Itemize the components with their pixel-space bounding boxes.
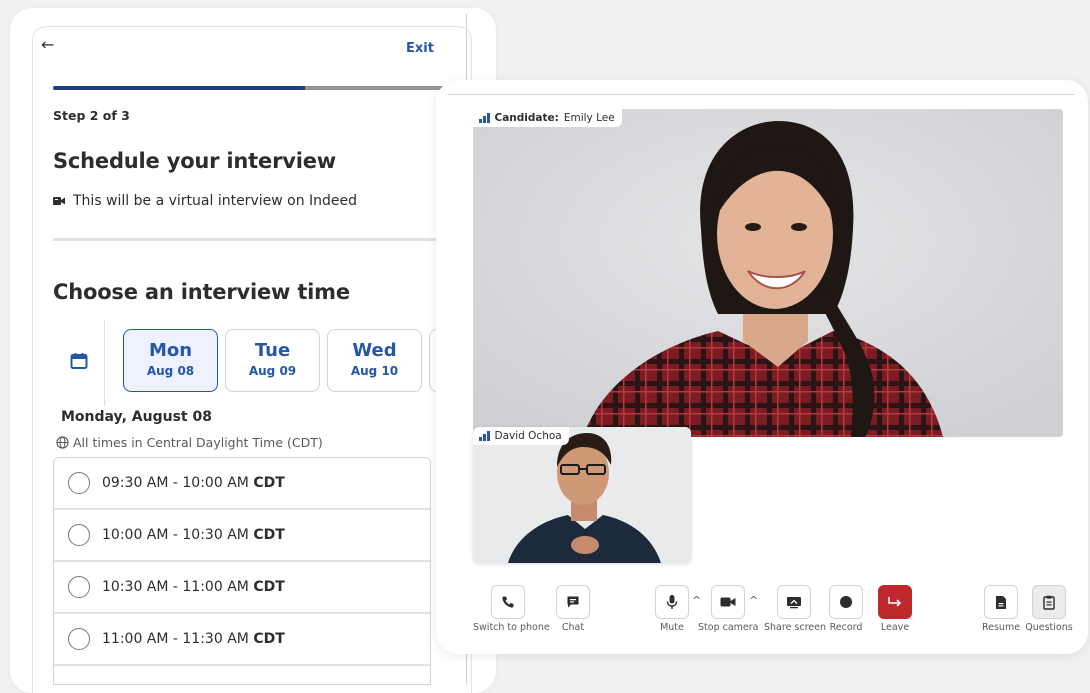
participant-role: Candidate: (494, 112, 559, 124)
leave-arrow-icon (888, 597, 902, 607)
stop-camera-label: Stop camera (698, 622, 759, 633)
video-camera-icon (53, 197, 65, 205)
day-date: Aug 10 (350, 364, 399, 378)
candidate-portrait-image (473, 109, 1063, 437)
resume-button[interactable] (984, 585, 1018, 619)
phone-icon (502, 596, 514, 608)
time-range: 11:00 AM - 11:30 AM (102, 631, 249, 647)
candidate-name-tag: Candidate: Emily Lee (473, 109, 622, 127)
questions-label: Questions (1025, 622, 1073, 633)
time-range: 09:30 AM - 10:00 AM (102, 475, 249, 491)
timezone-text: All times in Central Daylight Time (CDT) (73, 435, 323, 450)
mute-label: Mute (660, 622, 684, 633)
chat-button[interactable] (556, 585, 590, 619)
clipboard-icon (1043, 595, 1055, 610)
candidate-video-feed: Candidate: Emily Lee (473, 109, 1063, 437)
signal-bars-icon (479, 113, 490, 123)
questions-button[interactable] (1032, 585, 1066, 619)
day-name: Tue (254, 340, 291, 361)
time-zone-abbr: CDT (253, 579, 285, 595)
time-zone-abbr: CDT (253, 631, 285, 647)
day-date: Aug 09 (248, 364, 297, 378)
section-divider (53, 238, 473, 241)
camera-options-chevron-up-icon[interactable]: ^ (749, 594, 758, 607)
radio-button[interactable] (68, 576, 90, 598)
share-screen-icon (787, 596, 801, 608)
calendar-icon[interactable] (70, 352, 88, 370)
day-option-wed[interactable]: Wed Aug 10 (327, 329, 422, 392)
globe-icon (56, 436, 69, 449)
record-button[interactable] (829, 585, 863, 619)
day-name: Mon (148, 340, 193, 361)
step-indicator: Step 2 of 3 (53, 108, 130, 123)
time-range: 10:00 AM - 10:30 AM (102, 527, 249, 543)
selected-date-title: Monday, August 08 (61, 409, 212, 425)
video-call-window: Candidate: Emily Lee David Ochoa Switch … (436, 80, 1088, 654)
time-slot-list: 09:30 AM - 10:00 AM CDT 10:00 AM - 10:30… (53, 457, 431, 685)
time-slot-label: 10:00 AM - 10:30 AM CDT (102, 527, 285, 543)
timezone-note: All times in Central Daylight Time (CDT) (56, 435, 323, 450)
video-camera-icon (720, 597, 736, 607)
interviewer-name-tag: David Ochoa (473, 427, 569, 445)
leave-button[interactable] (878, 585, 912, 619)
day-option-mon[interactable]: Mon Aug 08 (123, 329, 218, 392)
back-arrow-icon[interactable]: ← (41, 36, 54, 54)
participant-name: Emily Lee (563, 112, 615, 124)
interviewer-video-feed: David Ochoa (473, 427, 691, 563)
chat-icon (567, 596, 579, 608)
time-slot-option[interactable]: 09:30 AM - 10:00 AM CDT (54, 458, 430, 510)
radio-button[interactable] (68, 524, 90, 546)
chat-label: Chat (561, 622, 585, 633)
microphone-icon (666, 595, 678, 609)
calendar-separator (104, 320, 105, 406)
day-name: Wed (352, 340, 397, 361)
time-range: 10:30 AM - 11:00 AM (102, 579, 249, 595)
time-slot-option[interactable]: 11:00 AM - 11:30 AM CDT (54, 614, 430, 666)
record-icon (840, 596, 852, 608)
step-progress-bar (53, 86, 453, 90)
document-icon (996, 595, 1006, 609)
time-slot-option[interactable]: 10:30 AM - 11:00 AM CDT (54, 562, 430, 614)
leave-label: Leave (880, 622, 910, 633)
share-screen-label: Share screen (764, 622, 827, 633)
day-date: Aug 08 (146, 364, 195, 378)
switch-to-phone-label: Switch to phone (473, 622, 550, 633)
time-slot-label: 11:00 AM - 11:30 AM CDT (102, 631, 285, 647)
time-slot-label: 09:30 AM - 10:00 AM CDT (102, 475, 285, 491)
step-progress-fill (53, 86, 305, 90)
participant-name: David Ochoa (494, 430, 562, 442)
virtual-interview-text: This will be a virtual interview on Inde… (73, 193, 358, 209)
exit-link[interactable]: Exit (406, 41, 434, 56)
mute-button[interactable] (655, 585, 689, 619)
time-zone-abbr: CDT (253, 475, 285, 491)
radio-button[interactable] (68, 628, 90, 650)
time-zone-abbr: CDT (253, 527, 285, 543)
switch-to-phone-button[interactable] (491, 585, 525, 619)
day-option-tue[interactable]: Tue Aug 09 (225, 329, 320, 392)
radio-button[interactable] (68, 472, 90, 494)
interviewer-portrait-image (473, 427, 691, 563)
window-top-divider (448, 94, 1074, 95)
virtual-interview-note: This will be a virtual interview on Inde… (53, 193, 357, 209)
resume-label: Resume (981, 622, 1021, 633)
share-screen-button[interactable] (777, 585, 811, 619)
page-title: Schedule your interview (53, 149, 336, 173)
record-label: Record (829, 622, 863, 633)
choose-time-title: Choose an interview time (53, 280, 350, 304)
stop-camera-button[interactable] (711, 585, 745, 619)
time-slot-option[interactable]: 10:00 AM - 10:30 AM CDT (54, 510, 430, 562)
signal-bars-icon (479, 431, 490, 441)
time-slot-label: 10:30 AM - 11:00 AM CDT (102, 579, 285, 595)
mute-options-chevron-up-icon[interactable]: ^ (692, 594, 701, 607)
